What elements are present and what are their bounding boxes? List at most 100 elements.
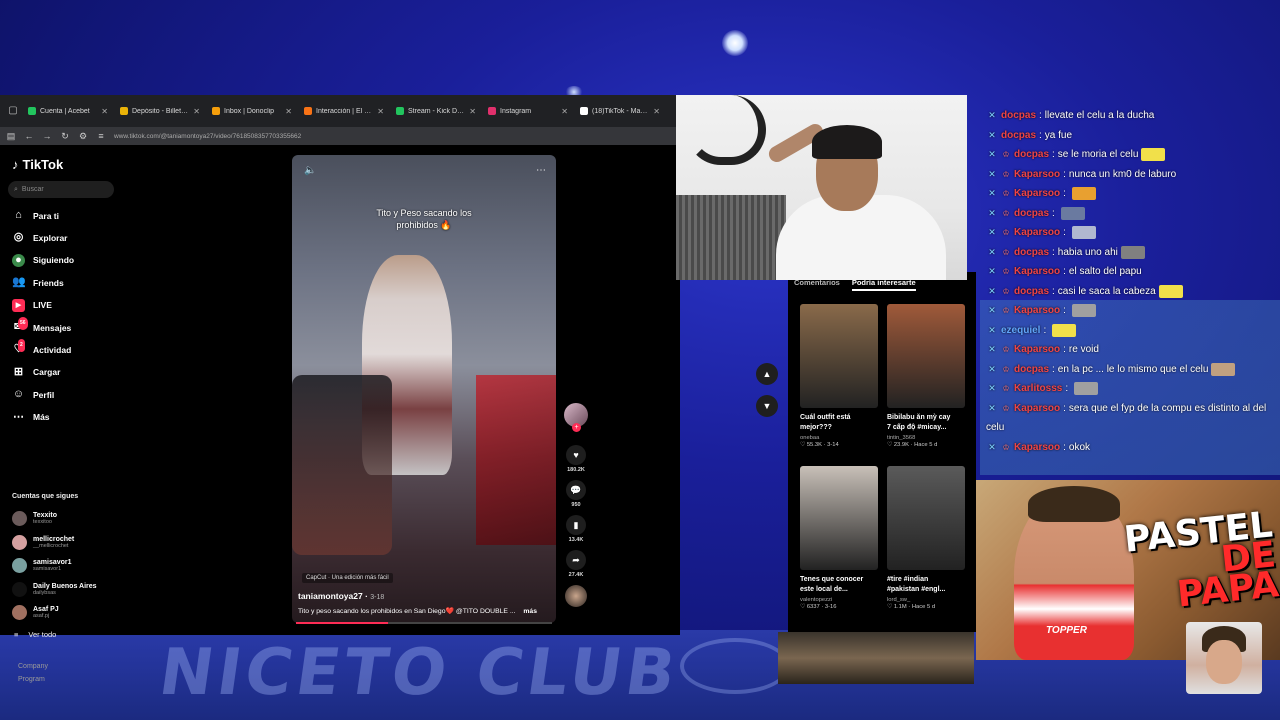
see-all-link[interactable]: ≡ Ver todo [14,630,56,639]
close-tab-icon[interactable]: ✕ [101,107,108,116]
tiktok-logo[interactable]: ♪ TikTok [12,157,63,172]
forward-icon[interactable]: → [42,131,52,141]
recommended-video-card[interactable]: Tenes que conocer este local de... valent… [800,466,878,610]
heart-icon: ♡ [887,442,894,448]
footer-company[interactable]: Company [18,663,48,670]
chat-username[interactable]: docpas [1001,126,1036,146]
see-all-label: Ver todo [28,630,57,639]
chat-username[interactable]: docpas [1014,282,1049,302]
chat-username[interactable]: Kaparsoo [1014,438,1060,458]
nav-label: Más [33,412,50,423]
more-options-icon[interactable]: ⋯ [536,165,546,176]
sub-badge-icon: ♔ [1002,169,1010,179]
chat-username[interactable]: Kaparsoo [1014,262,1060,282]
window-menu-icon[interactable]: ▢ [4,102,22,120]
like-action[interactable]: ♥ 180.2K [566,445,586,473]
chat-username[interactable]: docpas [1014,145,1049,165]
close-tab-icon[interactable]: ✕ [377,107,384,116]
tab-favicon-icon [488,107,496,115]
tune-icon[interactable]: ≡ [96,131,106,141]
chat-message: ✕ ezequiel: [986,321,1280,341]
account-handle: __mellicrochet [33,542,69,549]
browser-tab[interactable]: Stream - Kick Dash ✕ [390,99,482,123]
search-placeholder: Buscar [21,186,44,193]
nav-item-live[interactable]: ▶ LIVE [12,298,52,312]
more-link[interactable]: más [523,608,537,615]
chat-text: el salto del papu [1068,266,1142,277]
close-tab-icon[interactable]: ✕ [193,107,200,116]
follow-plus-icon[interactable]: + [572,423,581,432]
followed-account[interactable]: samisavor1 samisavor1 [12,558,72,573]
previous-video-button[interactable]: ▲ [756,363,778,385]
nav-item-parati[interactable]: ⌂ Para ti [12,209,59,222]
video-player[interactable]: 🔈 ⋯ Tito y Peso sacando los prohibidos 🔥… [292,155,556,623]
followed-account[interactable]: Asaf PJ asaf.pj [12,605,59,620]
followed-account[interactable]: Daily Buenos Aires dailybsas [12,581,97,597]
chat-username[interactable]: docpas [1014,360,1049,380]
colon: : [1052,149,1055,160]
close-tab-icon[interactable]: ✕ [285,107,292,116]
nav-item-actividad[interactable]: ♡2 Actividad [12,339,71,356]
volume-icon[interactable]: 🔈 [304,165,316,176]
browser-tab[interactable]: Depósito - Billeteras - ✕ [114,99,206,123]
nav-item-siguiendo[interactable]: ● Siguiendo [12,253,74,267]
nav-label: Friends [33,277,64,288]
author-avatar[interactable]: + [564,403,588,432]
chat-username[interactable]: Kaparsoo [1014,165,1060,185]
next-video-button[interactable]: ▼ [756,395,778,417]
share-action[interactable]: ➦ 27.4K [566,550,586,578]
panel-preview-thumbnail[interactable] [778,632,974,684]
chat-username[interactable]: docpas [1014,204,1049,224]
video-phone [292,375,392,555]
nav-item-explorar[interactable]: ◎ Explorar [12,231,68,244]
chat-username[interactable]: Karlitosss [1014,379,1062,399]
chat-username[interactable]: Kaparsoo [1014,301,1060,321]
chat-username[interactable]: Kaparsoo [1014,340,1060,360]
close-tab-icon[interactable]: ✕ [653,107,660,116]
close-tab-icon[interactable]: ✕ [561,107,568,116]
home-icon: ⌂ [15,209,22,221]
tiktok-page: ♪ TikTok ⌕ Buscar ⌂ Para ti ◎ Explorar ● Sigu… [0,145,680,683]
heart-icon: ♥ [566,445,586,465]
search-input[interactable]: ⌕ Buscar [8,181,114,198]
comment-action[interactable]: 💬 950 [566,480,586,508]
chat-username[interactable]: docpas [1001,106,1036,126]
chat-text: nunca un km0 de laburo [1068,168,1177,180]
followed-account[interactable]: Texxito texxitoo [12,511,57,526]
url-field[interactable]: www.tiktok.com/@taniamontoya27/video/761… [114,133,301,140]
site-info-icon[interactable]: ⚙ [78,131,88,142]
nav-item-perfil[interactable]: ☺ Perfil [12,388,54,401]
back-icon[interactable]: ← [24,131,34,141]
sidebar-toggle-icon[interactable]: ▤ [6,131,16,142]
chat-username[interactable]: Kaparsoo [1014,184,1060,204]
followed-account[interactable]: mellicrochet __mellicrochet [12,534,74,550]
save-action[interactable]: ▮ 13.4K [566,515,586,543]
chat-username[interactable]: docpas [1014,243,1049,263]
nav-item-cargar[interactable]: ⊞ Cargar [12,366,61,379]
nav-item-mensajes[interactable]: ✉56 Mensajes [12,317,71,334]
chat-username[interactable]: Kaparsoo [1014,399,1060,419]
video-author[interactable]: taniamontoya27 · 3-18 [298,591,384,601]
browser-tab[interactable]: (18)TikTok - Make You ✕ [574,99,666,123]
chat-text: re void [1068,344,1099,355]
reload-icon[interactable]: ↻ [60,131,70,142]
nav-item-friends[interactable]: 👥 Friends [12,276,64,289]
browser-tab[interactable]: Cuenta | Acebet ✕ [22,99,114,123]
video-progress[interactable] [296,622,552,624]
recommended-video-card[interactable]: Bibilabu ăn mỳ cay 7 cấp độ #micay... tin… [887,304,965,448]
close-tab-icon[interactable]: ✕ [469,107,476,116]
chat-username[interactable]: ezequiel [1001,321,1040,341]
browser-tab[interactable]: Inbox | Donoclip ✕ [206,99,298,123]
chat-username[interactable]: Kaparsoo [1014,223,1060,243]
promo-hair [1028,486,1120,522]
friends-icon: 👥 [12,276,26,289]
recommended-video-card[interactable]: Cuál outfit está mejor??? onebaa ♡ 55.3K … [800,304,878,448]
recommended-video-card[interactable]: #tire #indian #pakistan #engl... lord_sw_… [887,466,965,610]
footer-program[interactable]: Program [18,676,45,683]
browser-tab[interactable]: Interacción | El mejor s✕ [298,99,390,123]
music-disc-icon[interactable] [565,585,587,607]
capcut-label[interactable]: CapCut · Una edición más fácil [302,573,393,583]
browser-tab[interactable]: Instagram ✕ [482,99,574,123]
sub-badge-icon: ♔ [1002,228,1010,237]
nav-item-ms[interactable]: ⋯ Más [12,411,50,424]
